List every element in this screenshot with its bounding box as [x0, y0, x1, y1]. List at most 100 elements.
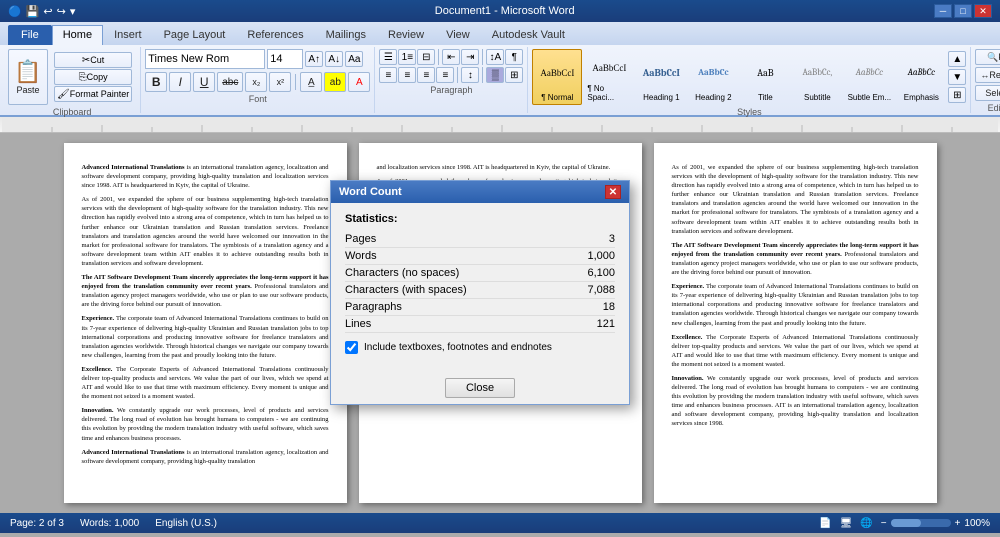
ruler-area: [2, 117, 998, 132]
include-textboxes-row: Include textboxes, footnotes and endnote…: [345, 341, 615, 354]
show-marks-button[interactable]: ¶: [505, 49, 523, 65]
tab-page-layout[interactable]: Page Layout: [153, 25, 237, 45]
minimize-button[interactable]: ─: [934, 4, 952, 18]
clipboard-content: 📋 Paste ✂ Cut ⎘ Copy 🖌 Format Painter: [8, 49, 136, 105]
strikethrough-button[interactable]: abc: [217, 72, 243, 92]
borders-button[interactable]: ⊞: [505, 67, 523, 83]
quick-redo[interactable]: ↪: [57, 5, 66, 18]
grow-font-button[interactable]: A↑: [305, 51, 323, 67]
p1-para3: The AIT Software Development Team sincer…: [82, 273, 329, 309]
font-color-button[interactable]: A: [348, 72, 370, 92]
sort-button[interactable]: ↕A: [486, 49, 504, 65]
zoom-out-button[interactable]: −: [881, 518, 887, 529]
tab-references[interactable]: References: [236, 25, 314, 45]
editing-group: 🔍 Find ↔ Replace Select ▾ Editing: [971, 47, 1000, 113]
dialog-close-button[interactable]: Close: [445, 378, 515, 398]
page-1[interactable]: Advanced International Translations is a…: [64, 143, 347, 503]
zoom-in-button[interactable]: +: [955, 518, 961, 529]
align-center-button[interactable]: ≡: [398, 67, 416, 83]
format-painter-button[interactable]: 🖌 Format Painter: [54, 86, 132, 102]
stat-words-label: Words: [345, 250, 377, 262]
bold-button[interactable]: B: [145, 72, 167, 92]
word-count-dialog[interactable]: Word Count ✕ Statistics: Pages 3 Words 1…: [330, 180, 630, 405]
superscript-button[interactable]: x²: [269, 72, 291, 92]
select-button[interactable]: Select ▾: [975, 85, 1000, 101]
italic-button[interactable]: I: [169, 72, 191, 92]
tab-mailings[interactable]: Mailings: [315, 25, 377, 45]
stat-lines-value: 121: [597, 318, 615, 330]
font-size-input[interactable]: [267, 49, 303, 69]
tab-autodesk[interactable]: Autodesk Vault: [481, 25, 576, 45]
paste-button[interactable]: 📋 Paste: [8, 49, 48, 105]
text-effects-button[interactable]: A̲: [300, 72, 322, 92]
stat-paragraphs-row: Paragraphs 18: [345, 299, 615, 316]
decrease-indent-button[interactable]: ⇤: [442, 49, 460, 65]
close-button[interactable]: ✕: [974, 4, 992, 18]
tab-insert[interactable]: Insert: [103, 25, 153, 45]
subscript-button[interactable]: x₂: [245, 72, 267, 92]
tab-home[interactable]: Home: [52, 25, 103, 45]
view-fullscreen-button[interactable]: 🖥: [840, 518, 853, 529]
align-left-button[interactable]: ≡: [379, 67, 397, 83]
zoom-level: 100%: [964, 518, 990, 529]
justify-button[interactable]: ≡: [436, 67, 454, 83]
style-nospace-button[interactable]: AaBbCcI ¶ No Spaci...: [584, 49, 634, 105]
zoom-slider[interactable]: [891, 519, 951, 527]
font-row2: B I U abc x₂ x² A̲ ab A: [145, 72, 370, 92]
app-icon: 🔵: [8, 5, 22, 18]
font-name-input[interactable]: [145, 49, 265, 69]
ribbon-tabs: File Home Insert Page Layout References …: [0, 22, 1000, 45]
tab-view[interactable]: View: [435, 25, 481, 45]
numbering-button[interactable]: 1≡: [398, 49, 416, 65]
increase-indent-button[interactable]: ⇥: [461, 49, 479, 65]
tab-review[interactable]: Review: [377, 25, 435, 45]
style-title-button[interactable]: AaB Title: [740, 49, 790, 105]
style-h2-button[interactable]: AaBbCc Heading 2: [688, 49, 738, 105]
quick-save[interactable]: 💾: [26, 5, 40, 18]
underline-button[interactable]: U: [193, 72, 215, 92]
stat-chars-nospace-row: Characters (no spaces) 6,100: [345, 265, 615, 282]
clear-format-button[interactable]: Aa: [345, 51, 363, 67]
style-subtle-button[interactable]: AaBbCc Subtle Em...: [844, 49, 894, 105]
align-right-button[interactable]: ≡: [417, 67, 435, 83]
page-3[interactable]: As of 2001, we expanded the sphere of ou…: [654, 143, 937, 503]
view-web-button[interactable]: 🌐: [860, 518, 872, 529]
bullets-button[interactable]: ☰: [379, 49, 397, 65]
view-print-button[interactable]: 📄: [819, 518, 831, 529]
clipboard-small-btns: ✂ Cut ⎘ Copy 🖌 Format Painter: [50, 50, 136, 104]
cut-button[interactable]: ✂ Cut: [54, 52, 132, 68]
maximize-button[interactable]: □: [954, 4, 972, 18]
p1-para5: Excellence. The Corporate Experts of Adv…: [82, 365, 329, 401]
editing-content: 🔍 Find ↔ Replace Select ▾: [975, 49, 1000, 101]
styles-down-button[interactable]: ▼: [948, 69, 966, 85]
styles-label: Styles: [737, 107, 762, 117]
style-h1-button[interactable]: AaBbCcI Heading 1: [636, 49, 686, 105]
replace-button[interactable]: ↔ Replace: [975, 67, 1000, 83]
style-normal-button[interactable]: AaBbCcI ¶ Normal: [532, 49, 582, 105]
highlight-button[interactable]: ab: [324, 72, 346, 92]
quick-undo[interactable]: ↩: [43, 5, 52, 18]
stat-pages-row: Pages 3: [345, 231, 615, 248]
p1-para4: Experience. The corporate team of Advanc…: [82, 314, 329, 359]
sep2: [438, 49, 439, 65]
shading-button[interactable]: ▒: [486, 67, 504, 83]
paragraph-label: Paragraph: [430, 85, 472, 95]
shrink-font-button[interactable]: A↓: [325, 51, 343, 67]
p3-para5: Innovation. We constantly upgrade our wo…: [672, 374, 919, 429]
include-textboxes-checkbox[interactable]: [345, 341, 358, 354]
p1-para1: Advanced International Translations is a…: [82, 163, 329, 190]
line-spacing-button[interactable]: ↕: [461, 67, 479, 83]
style-emphasis-button[interactable]: AaBbCc Emphasis: [896, 49, 946, 105]
styles-up-button[interactable]: ▲: [948, 51, 966, 67]
style-subtitle-button[interactable]: AaBbCc, Subtitle: [792, 49, 842, 105]
tab-file[interactable]: File: [8, 25, 52, 45]
copy-button[interactable]: ⎘ Copy: [54, 69, 132, 85]
sep5: [482, 67, 483, 83]
statistics-heading: Statistics:: [345, 213, 615, 225]
multilevel-button[interactable]: ⊟: [417, 49, 435, 65]
find-button[interactable]: 🔍 Find: [975, 49, 1000, 65]
styles-more-button[interactable]: ⊞: [948, 87, 966, 103]
dialog-close-x-button[interactable]: ✕: [605, 185, 621, 199]
styles-scroll: ▲ ▼ ⊞: [948, 49, 966, 105]
p3-para3: Experience. The corporate team of Advanc…: [672, 282, 919, 327]
